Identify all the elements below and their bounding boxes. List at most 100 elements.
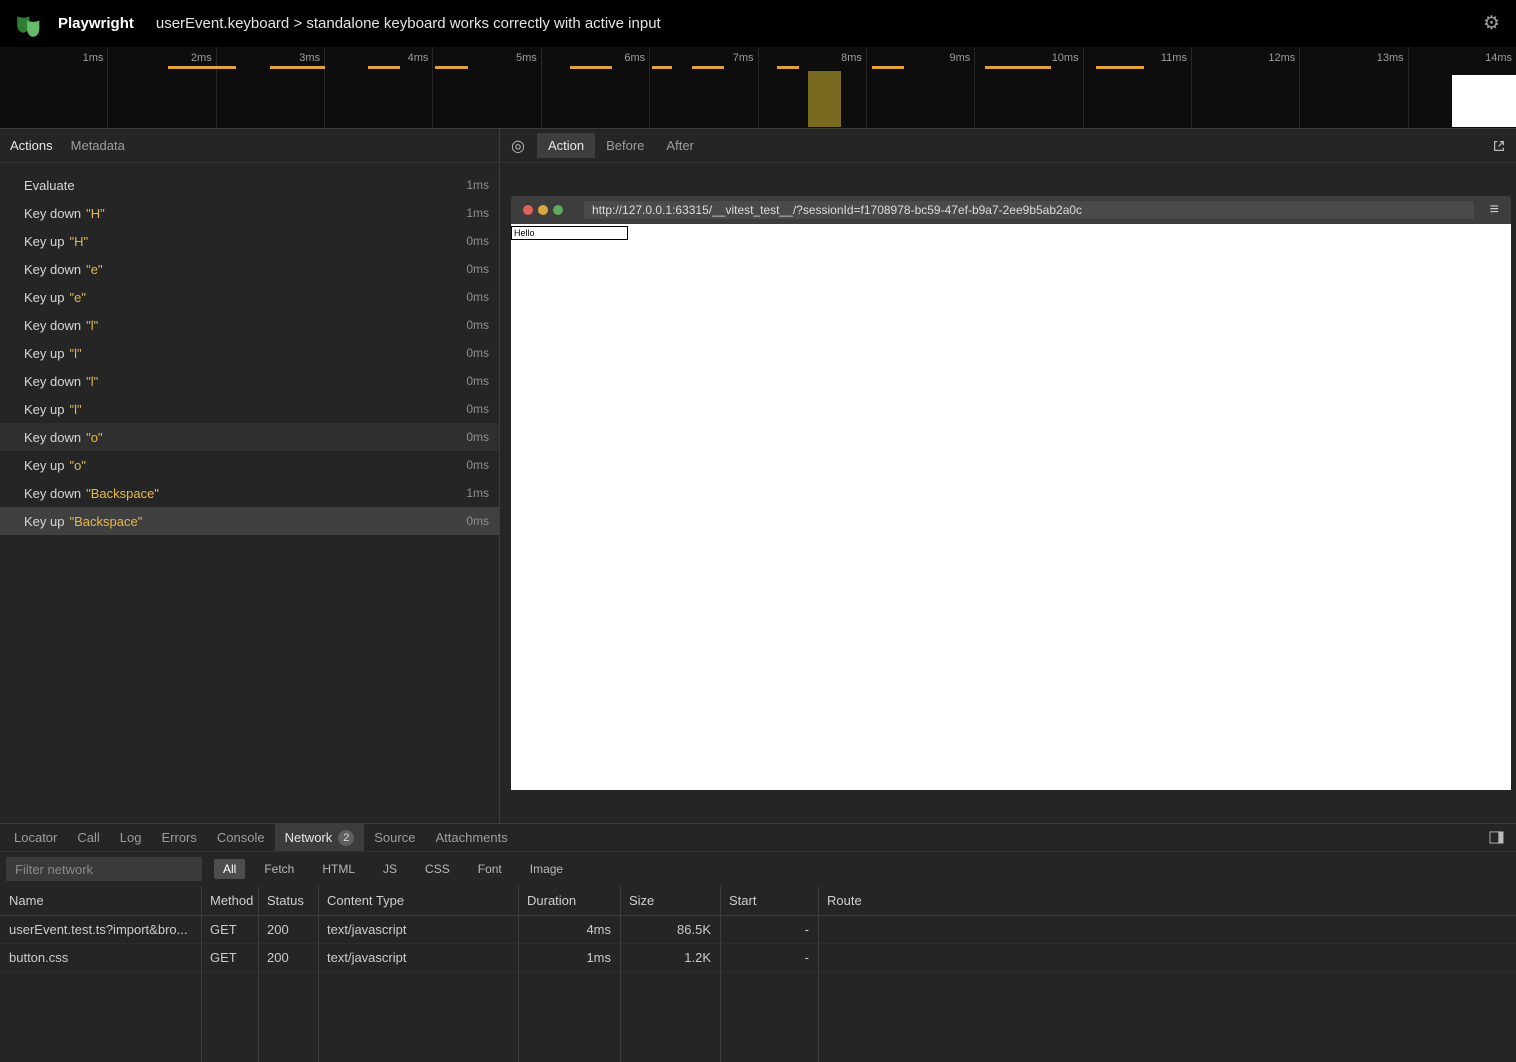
- action-list-item[interactable]: Key down"H"1ms: [0, 199, 499, 227]
- cell-name: userEvent.test.ts?import&bro...: [0, 922, 201, 937]
- timeline-action-mark[interactable]: [985, 66, 1051, 69]
- tab-locator[interactable]: Locator: [4, 824, 67, 851]
- filter-chip-image[interactable]: Image: [521, 859, 572, 879]
- timeline-column[interactable]: 7ms: [650, 47, 758, 128]
- table-row[interactable]: button.cssGET200text/javascript1ms1.2K-: [0, 944, 1516, 972]
- tab-before[interactable]: Before: [595, 133, 655, 158]
- action-list-item[interactable]: Key down"e"0ms: [0, 255, 499, 283]
- column-header-status[interactable]: Status: [258, 893, 318, 908]
- action-key-arg: "l": [69, 402, 81, 417]
- trace-title: userEvent.keyboard > standalone keyboard…: [156, 15, 661, 32]
- action-duration: 0ms: [466, 318, 489, 332]
- action-duration: 1ms: [466, 178, 489, 192]
- action-list-item[interactable]: Key down"o"0ms: [0, 423, 499, 451]
- timeline-action-mark[interactable]: [652, 66, 672, 69]
- page-text-input[interactable]: [511, 226, 628, 240]
- timeline-column[interactable]: 11ms: [1084, 47, 1192, 128]
- timeline-tick-label: 8ms: [841, 47, 866, 64]
- column-header-size[interactable]: Size: [620, 893, 720, 908]
- timeline-column[interactable]: 3ms: [217, 47, 325, 128]
- timeline-action-mark[interactable]: [435, 66, 468, 69]
- action-duration: 0ms: [466, 234, 489, 248]
- timeline-column[interactable]: 2ms: [108, 47, 216, 128]
- timeline-column[interactable]: 1ms: [0, 47, 108, 128]
- timeline-tick-label: 5ms: [516, 47, 541, 64]
- tab-metadata[interactable]: Metadata: [71, 138, 125, 153]
- column-header-content-type[interactable]: Content Type: [318, 893, 518, 908]
- column-header-route[interactable]: Route: [818, 893, 1516, 908]
- cell-duration: 4ms: [518, 922, 620, 937]
- tab-attachments[interactable]: Attachments: [425, 824, 517, 851]
- cell-status: 200: [258, 922, 318, 937]
- action-list-item[interactable]: Key up"l"0ms: [0, 339, 499, 367]
- action-duration: 0ms: [466, 374, 489, 388]
- timeline-column[interactable]: 9ms: [867, 47, 975, 128]
- tab-source[interactable]: Source: [364, 824, 425, 851]
- tab-actions[interactable]: Actions: [10, 138, 53, 153]
- action-label: Key up: [24, 346, 64, 361]
- timeline[interactable]: 1ms2ms3ms4ms5ms6ms7ms8ms9ms10ms11ms12ms1…: [0, 47, 1516, 129]
- action-list-item[interactable]: Key up"H"0ms: [0, 227, 499, 255]
- network-filter-chips: All Fetch HTML JS CSS Font Image: [214, 859, 572, 879]
- action-list-item[interactable]: Key down"Backspace"1ms: [0, 479, 499, 507]
- column-header-name[interactable]: Name: [0, 893, 201, 908]
- filter-chip-js[interactable]: JS: [374, 859, 406, 879]
- filter-chip-css[interactable]: CSS: [416, 859, 459, 879]
- app-title: Playwright: [58, 15, 134, 32]
- action-label: Key up: [24, 514, 64, 529]
- action-list-item[interactable]: Key down"l"0ms: [0, 311, 499, 339]
- action-key-arg: "H": [69, 234, 88, 249]
- action-list-item[interactable]: Key up"o"0ms: [0, 451, 499, 479]
- action-list-item[interactable]: Key up"Backspace"0ms: [0, 507, 499, 535]
- menu-icon: ≡: [1490, 202, 1499, 218]
- open-external-icon[interactable]: [1492, 139, 1506, 153]
- timeline-selected-range[interactable]: [808, 71, 841, 127]
- tab-log[interactable]: Log: [110, 824, 152, 851]
- timeline-column[interactable]: 12ms: [1192, 47, 1300, 128]
- timeline-column[interactable]: 10ms: [975, 47, 1083, 128]
- top-bar: Playwright userEvent.keyboard > standalo…: [0, 0, 1516, 47]
- sidebar-toggle-icon[interactable]: [1489, 831, 1504, 844]
- action-list-item[interactable]: Key up"e"0ms: [0, 283, 499, 311]
- settings-gear-icon[interactable]: ⚙: [1483, 14, 1500, 33]
- pick-locator-icon[interactable]: ◎: [511, 136, 525, 156]
- tab-badge: 2: [338, 830, 354, 846]
- action-duration: 0ms: [466, 290, 489, 304]
- filter-chip-all[interactable]: All: [214, 859, 245, 879]
- timeline-action-mark[interactable]: [168, 66, 236, 69]
- network-filter-input[interactable]: [6, 857, 202, 881]
- timeline-tick-label: 11ms: [1161, 47, 1191, 64]
- timeline-action-mark[interactable]: [570, 66, 612, 69]
- timeline-column[interactable]: 4ms: [325, 47, 433, 128]
- action-duration: 0ms: [466, 458, 489, 472]
- action-list-item[interactable]: Key down"l"0ms: [0, 367, 499, 395]
- tab-after[interactable]: After: [655, 133, 704, 158]
- tab-network[interactable]: Network2: [275, 824, 365, 851]
- timeline-action-mark[interactable]: [777, 66, 799, 69]
- tab-console[interactable]: Console: [207, 824, 275, 851]
- timeline-column[interactable]: 5ms: [433, 47, 541, 128]
- timeline-action-mark[interactable]: [270, 66, 325, 69]
- tab-action[interactable]: Action: [537, 133, 595, 158]
- filter-chip-fetch[interactable]: Fetch: [255, 859, 303, 879]
- timeline-action-mark[interactable]: [692, 66, 724, 69]
- timeline-action-mark[interactable]: [368, 66, 400, 69]
- column-header-duration[interactable]: Duration: [518, 893, 620, 908]
- network-table-header: NameMethodStatusContent TypeDurationSize…: [0, 886, 1516, 916]
- tab-label: Locator: [14, 830, 57, 845]
- tab-errors[interactable]: Errors: [151, 824, 206, 851]
- timeline-column[interactable]: 13ms: [1300, 47, 1408, 128]
- action-list-item[interactable]: Key up"l"0ms: [0, 395, 499, 423]
- tab-call[interactable]: Call: [67, 824, 109, 851]
- filter-chip-font[interactable]: Font: [469, 859, 511, 879]
- timeline-action-mark[interactable]: [1096, 66, 1144, 69]
- browser-snapshot: http://127.0.0.1:63315/__vitest_test__/?…: [511, 196, 1511, 790]
- timeline-tick-label: 14ms: [1485, 47, 1516, 64]
- table-row[interactable]: userEvent.test.ts?import&bro...GET200tex…: [0, 916, 1516, 944]
- timeline-column[interactable]: 6ms: [542, 47, 650, 128]
- action-list-item[interactable]: Evaluate1ms: [0, 171, 499, 199]
- filter-chip-html[interactable]: HTML: [313, 859, 364, 879]
- column-header-method[interactable]: Method: [201, 893, 258, 908]
- timeline-action-mark[interactable]: [872, 66, 904, 69]
- column-header-start[interactable]: Start: [720, 893, 818, 908]
